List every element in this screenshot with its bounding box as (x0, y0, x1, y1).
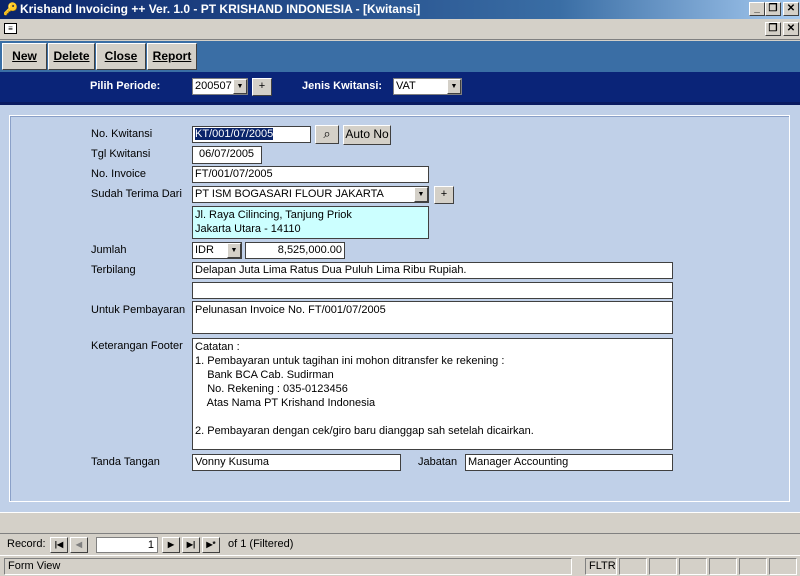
terima-add-button[interactable]: + (434, 186, 454, 204)
untuk-pembayaran-field[interactable]: Pelunasan Invoice No. FT/001/07/2005 (192, 301, 673, 334)
key-icon: 🔑 (3, 2, 18, 16)
periode-add-button[interactable]: + (252, 78, 272, 96)
chevron-down-icon[interactable]: ▼ (447, 79, 461, 94)
jenis-value: VAT (396, 80, 416, 92)
close-window-button[interactable]: ✕ (783, 2, 799, 16)
first-record-icon[interactable]: |◀ (50, 537, 68, 553)
title-bar: 🔑 Krishand Invoicing ++ Ver. 1.0 - PT KR… (0, 0, 800, 19)
mdi-bar: ≡ ❐ ✕ (0, 19, 800, 40)
terbilang-label: Terbilang (91, 264, 136, 276)
child-close-button[interactable]: ✕ (783, 22, 799, 36)
report-button[interactable]: Report (147, 43, 197, 70)
record-total: of 1 (Filtered) (228, 538, 294, 550)
status-bar: Form View FLTR (0, 555, 800, 576)
keterangan-footer-field[interactable]: Catatan : 1. Pembayaran untuk tagihan in… (192, 338, 673, 450)
report-label: Report (152, 49, 192, 63)
previous-record-icon[interactable]: ◀ (70, 537, 88, 553)
no-kwitansi-field[interactable]: KT/001/07/2005 (192, 126, 311, 143)
jumlah-label: Jumlah (91, 244, 127, 256)
detail-section: No. Kwitansi KT/001/07/2005 ⌕ Auto No Tg… (0, 105, 800, 512)
next-record-icon[interactable]: ▶ (162, 537, 180, 553)
keterangan-footer-label: Keterangan Footer (91, 340, 183, 352)
window-title: Krishand Invoicing ++ Ver. 1.0 - PT KRIS… (20, 2, 421, 16)
status-panel-4 (649, 558, 677, 575)
jabatan-label: Jabatan (418, 456, 458, 468)
untuk-pembayaran-label: Untuk Pembayaran (91, 304, 186, 316)
jenis-label: Jenis Kwitansi: (302, 80, 383, 92)
chevron-down-icon[interactable]: ▼ (227, 243, 241, 258)
no-kwitansi-label: No. Kwitansi (91, 128, 153, 140)
close-button[interactable]: Close (96, 43, 146, 70)
delete-button[interactable]: Delete (48, 43, 95, 70)
terima-label: Sudah Terima Dari (91, 188, 182, 200)
terima-combo[interactable]: PT ISM BOGASARI FLOUR JAKARTA ▼ (192, 186, 429, 203)
chevron-down-icon[interactable]: ▼ (414, 187, 428, 202)
new-button[interactable]: New (2, 43, 47, 70)
minimize-button[interactable]: _ (749, 2, 765, 16)
terbilang-field[interactable]: Delapan Juta Lima Ratus Dua Puluh Lima R… (192, 262, 673, 279)
terima-value: PT ISM BOGASARI FLOUR JAKARTA (195, 188, 384, 200)
search-icon[interactable]: ⌕ (315, 125, 339, 144)
status-panel-8 (769, 558, 797, 575)
form-footer (0, 512, 800, 533)
chevron-down-icon[interactable]: ▼ (233, 79, 247, 94)
auto-no-button[interactable]: Auto No (343, 125, 391, 145)
terbilang-field-2[interactable] (192, 282, 673, 299)
new-record-icon[interactable]: ▶* (202, 537, 220, 553)
no-invoice-label: No. Invoice (91, 168, 147, 180)
no-invoice-field[interactable]: FT/001/07/2005 (192, 166, 429, 183)
jenis-combo[interactable]: VAT ▼ (393, 78, 462, 95)
no-kwitansi-value: KT/001/07/2005 (195, 128, 274, 140)
last-record-icon[interactable]: ▶| (182, 537, 200, 553)
delete-label: Delete (53, 49, 90, 63)
restore-button[interactable]: ❐ (765, 2, 781, 16)
status-filter: FLTR (585, 558, 617, 575)
record-number-input[interactable]: 1 (96, 537, 158, 553)
close-label: Close (104, 49, 138, 63)
periode-label: Pilih Periode: (90, 80, 161, 92)
tanda-tangan-label: Tanda Tangan (91, 456, 160, 468)
periode-combo[interactable]: 200507 ▼ (192, 78, 248, 95)
tgl-kwitansi-field[interactable]: 06/07/2005 (192, 146, 262, 164)
tgl-kwitansi-label: Tgl Kwitansi (91, 148, 151, 160)
toolbar: New Delete Close Report (0, 41, 800, 72)
jabatan-field[interactable]: Manager Accounting (465, 454, 673, 471)
currency-combo[interactable]: IDR ▼ (192, 242, 242, 259)
status-panel-3 (619, 558, 647, 575)
tanda-tangan-field[interactable]: Vonny Kusuma (192, 454, 401, 471)
status-panel-7 (739, 558, 767, 575)
record-label: Record: (7, 538, 46, 550)
jumlah-field[interactable]: 8,525,000.00 (245, 242, 345, 259)
status-panel-5 (679, 558, 707, 575)
new-label: New (12, 49, 37, 63)
status-view: Form View (4, 558, 572, 575)
form-icon[interactable]: ≡ (4, 23, 17, 34)
periode-value: 200507 (195, 80, 232, 92)
record-navigator: Record: |◀ ◀ 1 ▶ ▶| ▶* of 1 (Filtered) (0, 533, 800, 555)
child-restore-button[interactable]: ❐ (765, 22, 781, 36)
address-field[interactable]: Jl. Raya Cilincing, Tanjung Priok Jakart… (192, 206, 429, 239)
currency-value: IDR (195, 244, 214, 256)
filter-header: Pilih Periode: 200507 ▼ + Jenis Kwitansi… (0, 72, 800, 105)
status-panel-6 (709, 558, 737, 575)
